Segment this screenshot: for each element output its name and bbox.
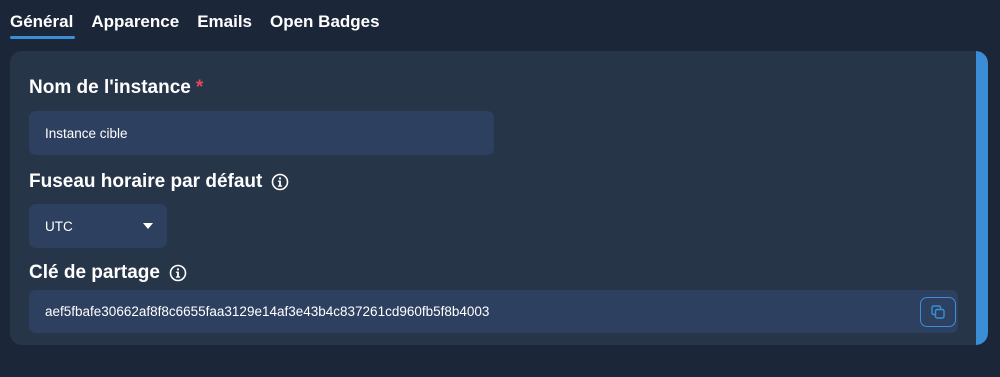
scrollbar[interactable] bbox=[976, 51, 988, 345]
timezone-select[interactable]: UTC bbox=[29, 204, 167, 248]
tab-bar: Général Apparence Emails Open Badges bbox=[10, 0, 398, 44]
share-key-label-text: Clé de partage bbox=[29, 262, 160, 283]
instance-name-input[interactable]: Instance cible bbox=[29, 111, 494, 155]
instance-name-label-text: Nom de l'instance bbox=[29, 77, 191, 98]
tab-open-badges[interactable]: Open Badges bbox=[270, 0, 380, 32]
copy-icon bbox=[931, 304, 945, 319]
tab-apparence[interactable]: Apparence bbox=[91, 0, 179, 32]
copy-button[interactable] bbox=[920, 296, 956, 327]
timezone-label: Fuseau horaire par défaut bbox=[29, 171, 289, 193]
share-key-label: Clé de partage bbox=[29, 262, 187, 284]
info-icon[interactable] bbox=[169, 264, 187, 282]
tab-emails[interactable]: Emails bbox=[197, 0, 252, 32]
timezone-selected-value: UTC bbox=[45, 218, 73, 234]
tab-general[interactable]: Général bbox=[10, 0, 76, 39]
timezone-label-text: Fuseau horaire par défaut bbox=[29, 171, 263, 192]
required-marker: * bbox=[195, 77, 204, 98]
instance-name-label: Nom de l'instance * bbox=[29, 77, 203, 99]
info-icon[interactable] bbox=[271, 173, 289, 191]
settings-panel: Nom de l'instance * Instance cible Fusea… bbox=[10, 51, 988, 345]
share-key-value: aef5fbafe30662af8f8c6655faa3129e14af3e43… bbox=[45, 304, 490, 319]
share-key-field[interactable]: aef5fbafe30662af8f8c6655faa3129e14af3e43… bbox=[29, 290, 958, 333]
caret-down-icon bbox=[143, 223, 153, 229]
instance-name-value: Instance cible bbox=[45, 125, 128, 141]
